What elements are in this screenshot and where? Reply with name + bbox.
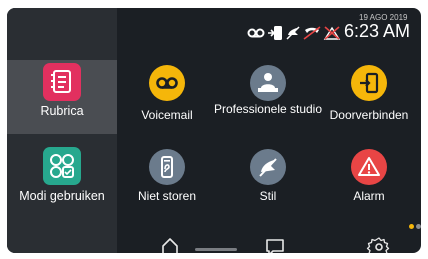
status-time: 6:23 AM: [344, 21, 411, 41]
settings-icon[interactable]: [364, 234, 394, 253]
voicemail-status-icon: [247, 28, 265, 38]
home-indicator-bar[interactable]: [195, 248, 237, 251]
app-label: Doorverbinden: [329, 108, 409, 122]
app-label: Professionele studio: [213, 102, 323, 116]
alarm-off-status-icon: [323, 26, 341, 40]
app-voicemail[interactable]: Voicemail: [118, 60, 216, 138]
app-alarm[interactable]: Alarm: [320, 144, 418, 222]
app-professionele-studio[interactable]: Professionele studio: [214, 60, 322, 138]
device-screen: Rubrica Modi gebruiken 19 AGO 2019 6:23 …: [7, 8, 421, 253]
voicemail-icon: [149, 65, 185, 101]
contacts-icon: [43, 63, 81, 101]
app-niet-storen[interactable]: Niet storen: [118, 144, 216, 222]
sidebar-item-label: Rubrica: [40, 104, 84, 118]
sidebar-item-rubrica[interactable]: Rubrica: [7, 60, 117, 134]
call-forward-status-icon: [268, 26, 282, 40]
call-transfer-icon: [351, 65, 387, 101]
messages-icon[interactable]: [260, 234, 290, 253]
sidebar-item-modi-gebruiken[interactable]: Modi gebruiken: [7, 135, 117, 209]
mute-status-icon: [286, 26, 300, 40]
page-dot-active: [409, 224, 414, 229]
app-label: Alarm: [353, 189, 385, 203]
modes-icon: [43, 147, 81, 185]
app-stil[interactable]: Stil: [219, 144, 317, 222]
alarm-icon: [351, 149, 387, 185]
mute-icon: [250, 149, 286, 185]
studio-icon: [250, 65, 286, 101]
app-label: Niet storen: [137, 189, 197, 203]
app-doorverbinden[interactable]: Doorverbinden: [320, 60, 418, 138]
sidebar: Rubrica Modi gebruiken: [7, 8, 117, 253]
page-dot: [416, 224, 421, 229]
app-label: Stil: [259, 189, 277, 203]
status-bar: 19 AGO 2019 6:23 AM: [247, 12, 421, 44]
do-not-disturb-icon: [149, 149, 185, 185]
no-call-status-icon: [303, 26, 321, 40]
app-label: Voicemail: [141, 108, 193, 122]
home-icon[interactable]: [155, 234, 185, 253]
sidebar-item-label: Modi gebruiken: [19, 189, 105, 203]
